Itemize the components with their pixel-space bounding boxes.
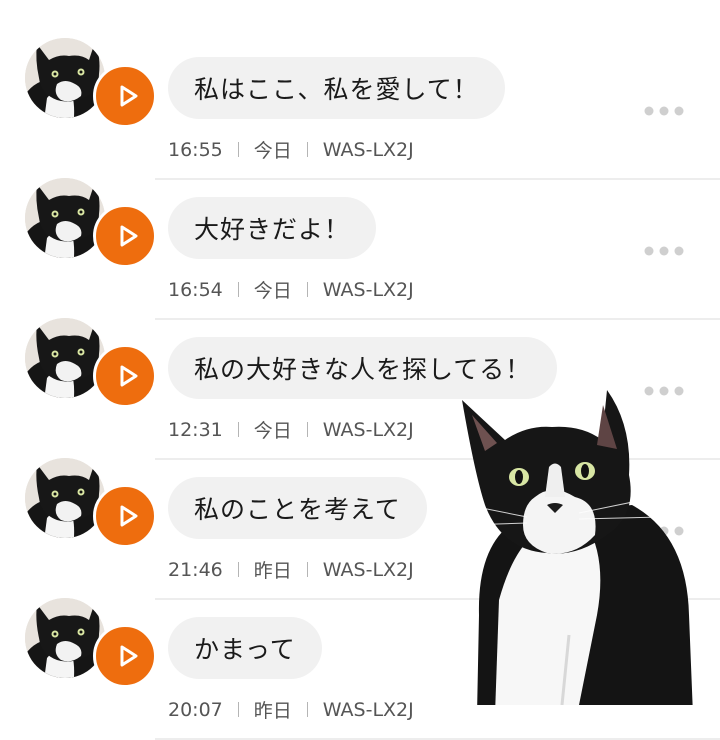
message-time: 21:46 [168, 558, 223, 581]
message-time: 12:31 [168, 418, 223, 441]
cat-avatar[interactable] [25, 318, 105, 398]
message-text: 私のことを考えて [194, 495, 401, 524]
more-dots-icon[interactable] [640, 103, 688, 119]
message-time: 16:55 [168, 138, 223, 161]
cat-avatar[interactable] [25, 458, 105, 538]
more-dots-icon[interactable] [640, 243, 688, 259]
message-bubble[interactable]: 大好きだよ！ [168, 197, 377, 259]
meta-separator [306, 702, 308, 717]
message-row[interactable]: 大好きだよ！ 16:54 今日 WAS-LX2J [0, 170, 720, 320]
message-time: 20:07 [168, 698, 223, 721]
play-button[interactable] [93, 484, 157, 548]
play-button[interactable] [93, 204, 157, 268]
play-icon [114, 83, 140, 109]
message-text: 大好きだよ！ [194, 215, 351, 244]
message-meta: 16:55 今日 WAS-LX2J [168, 136, 414, 163]
play-icon [114, 223, 140, 249]
cat-avatar[interactable] [25, 38, 105, 118]
meta-separator [306, 562, 308, 577]
message-device: WAS-LX2J [322, 418, 414, 441]
cat-avatar[interactable] [25, 178, 105, 258]
cat-photo [462, 390, 693, 705]
cat-avatar[interactable] [25, 598, 105, 678]
meta-separator [237, 422, 239, 437]
message-day: 今日 [253, 420, 292, 442]
message-row[interactable]: 私はここ、私を愛して！ 16:55 今日 WAS-LX2J [0, 30, 720, 180]
meta-separator [306, 422, 308, 437]
message-bubble[interactable]: 私のことを考えて [168, 477, 427, 539]
message-text: 私はここ、私を愛して！ [194, 75, 479, 104]
message-device: WAS-LX2J [322, 698, 414, 721]
play-button[interactable] [93, 624, 157, 688]
meta-separator [237, 282, 239, 297]
message-meta: 16:54 今日 WAS-LX2J [168, 276, 414, 303]
message-day: 昨日 [253, 560, 292, 582]
message-meta: 20:07 昨日 WAS-LX2J [168, 696, 414, 723]
message-text: かまって [194, 635, 296, 664]
message-device: WAS-LX2J [322, 278, 414, 301]
play-icon [114, 363, 140, 389]
message-meta: 12:31 今日 WAS-LX2J [168, 416, 414, 443]
message-meta: 21:46 昨日 WAS-LX2J [168, 556, 414, 583]
meta-separator [237, 142, 239, 157]
message-text: 私の大好きな人を探してる！ [194, 355, 532, 384]
message-time: 16:54 [168, 278, 223, 301]
message-bubble[interactable]: かまって [168, 617, 322, 679]
play-button[interactable] [93, 344, 157, 408]
message-day: 今日 [253, 140, 292, 162]
message-device: WAS-LX2J [322, 558, 414, 581]
play-icon [114, 643, 140, 669]
play-icon [114, 503, 140, 529]
message-day: 昨日 [253, 700, 292, 722]
meta-separator [237, 702, 239, 717]
message-device: WAS-LX2J [322, 138, 414, 161]
message-day: 今日 [253, 280, 292, 302]
meta-separator [306, 142, 308, 157]
message-bubble[interactable]: 私はここ、私を愛して！ [168, 57, 505, 119]
meta-separator [237, 562, 239, 577]
meta-separator [306, 282, 308, 297]
play-button[interactable] [93, 64, 157, 128]
